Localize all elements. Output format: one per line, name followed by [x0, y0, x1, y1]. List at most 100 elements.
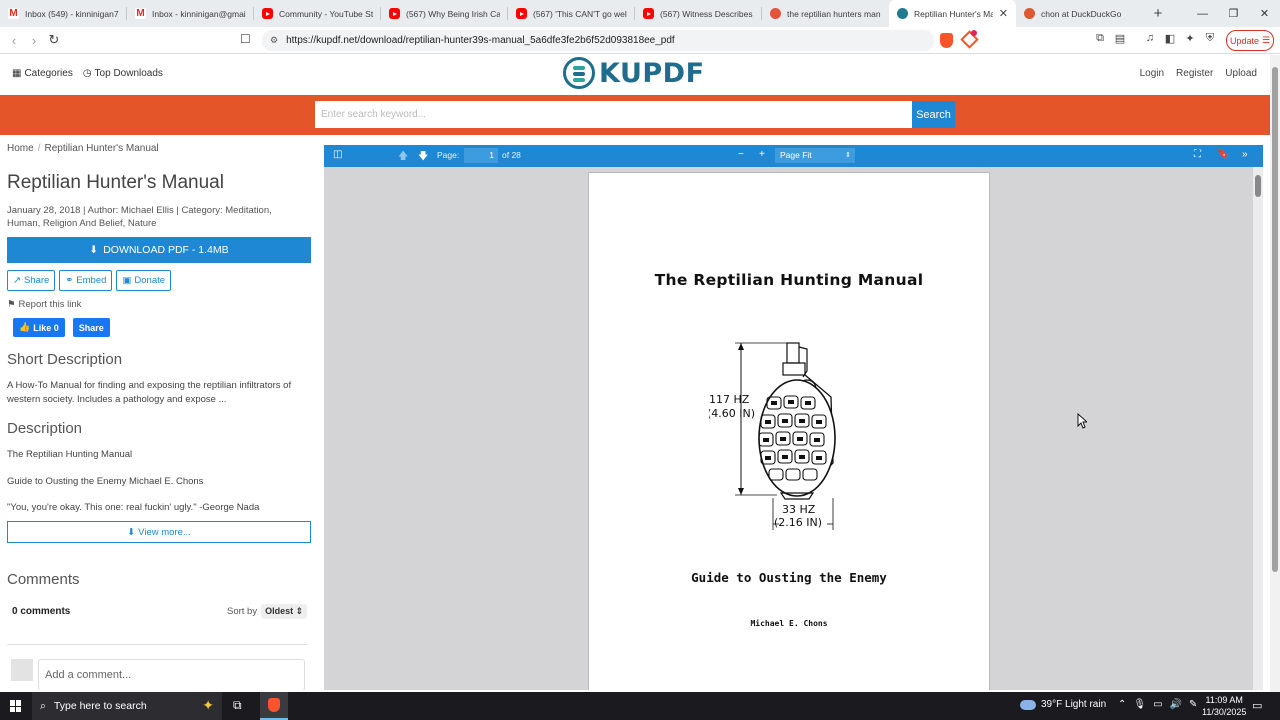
divider [7, 644, 307, 645]
pdf-page-author: Michael E. Chons [750, 619, 828, 628]
chevron-down-icon: ⬇ [127, 526, 136, 538]
top-downloads-link[interactable]: ◷ Top Downloads [83, 68, 163, 79]
description-line: Guide to Ousting the Enemy Michael E. Ch… [7, 476, 204, 487]
upload-link[interactable]: Upload [1225, 68, 1257, 79]
close-tab-icon[interactable]: ✕ [999, 7, 1008, 20]
microphone-icon[interactable]: 🎙 [1133, 699, 1146, 710]
bookmark-icon[interactable]: 🔖 [1217, 149, 1229, 160]
pdf-scrollbar-thumb[interactable] [1255, 175, 1261, 197]
minimize-icon[interactable]: — [1187, 0, 1218, 27]
forward-icon[interactable]: › [24, 33, 44, 48]
gmail-icon: M [135, 8, 146, 19]
close-window-icon[interactable]: ✕ [1249, 0, 1280, 27]
vpn-icon[interactable]: ⛨ [1204, 32, 1216, 45]
browser-tab[interactable]: (567) Witness Describes B [635, 0, 762, 27]
facebook-share-button[interactable]: Share [72, 318, 110, 337]
clock[interactable]: 11:09 AM 11/30/2025 [1202, 694, 1246, 718]
sort-select[interactable]: Oldest ⇕ [261, 604, 308, 619]
brave-shields-icon[interactable] [940, 33, 953, 48]
kupdf-icon [897, 8, 908, 19]
comment-input[interactable]: Add a comment... [38, 659, 305, 690]
new-tab-button[interactable]: + [1147, 5, 1169, 22]
network-icon[interactable]: ▭ [1153, 699, 1162, 710]
register-link[interactable]: Register [1176, 68, 1213, 79]
pdf-page-title: The Reptilian Hunting Manual [654, 271, 924, 289]
browser-tab[interactable]: (567) 'This CAN'T go well' [508, 0, 635, 27]
page-scrollbar-thumb[interactable] [1272, 67, 1278, 572]
embed-button[interactable]: ⚭ Embed [59, 270, 113, 291]
view-more-button[interactable]: ⬇ View more... [7, 521, 311, 543]
site-logo[interactable]: KUPDF [563, 57, 705, 89]
description-line: "You, you're okay. This one: real fuckin… [7, 502, 260, 513]
bookmark-icon[interactable]: ☐ [240, 32, 251, 46]
browser-tab[interactable]: M Inbox - kinninigan@gmail [127, 0, 254, 27]
url-field[interactable]: ⚙ https://kupdf.net/download/reptilian-h… [262, 30, 934, 51]
volume-icon[interactable]: 🔊 [1170, 699, 1182, 710]
categories-link[interactable]: ▦ Categories [12, 68, 73, 79]
donate-button[interactable]: ▣ Donate [116, 270, 172, 291]
height-inches-label: (4.60 IN) [709, 407, 755, 420]
page-title: Reptilian Hunter's Manual [7, 172, 224, 193]
browser-tab[interactable]: chon at DuckDuckGo [1016, 0, 1143, 27]
document-meta: January 28, 2018 | Author: Michael Ellis… [7, 205, 272, 229]
chevron-up-icon[interactable]: ⌃ [1118, 699, 1126, 710]
leo-ai-icon[interactable]: ✦ [1184, 32, 1196, 45]
pdf-scrollbar[interactable] [1253, 167, 1263, 690]
page-number-input[interactable]: 1 [464, 148, 498, 163]
login-link[interactable]: Login [1140, 68, 1164, 79]
media-icon[interactable]: ♫ [1144, 32, 1156, 45]
task-view-icon[interactable]: ⧉ [233, 698, 242, 713]
reader-mode-icon[interactable]: ▤ [1114, 32, 1126, 45]
back-icon[interactable]: ‹ [4, 33, 24, 48]
maximize-icon[interactable]: ❐ [1218, 0, 1249, 27]
browser-tab[interactable]: Community - YouTube Stu [254, 0, 381, 27]
comments-count: 0 comments [12, 606, 71, 617]
breadcrumb-home[interactable]: Home [7, 143, 34, 154]
report-link[interactable]: ⚑ Report this link [7, 299, 81, 310]
next-page-icon[interactable]: 🡇 [418, 149, 428, 166]
youtube-icon [262, 8, 273, 19]
share-button[interactable]: ↗ Share [7, 270, 56, 291]
search-button[interactable]: Search [912, 101, 955, 128]
fullscreen-icon[interactable]: ⛶ [1194, 149, 1201, 160]
page-scrollbar[interactable] [1270, 55, 1280, 692]
reload-icon[interactable]: ↻ [44, 32, 64, 48]
zoom-in-icon[interactable]: + [759, 149, 765, 160]
thumbs-up-icon: 👍 [19, 322, 31, 332]
update-button[interactable]: Update ☰ [1226, 30, 1274, 51]
share-icon: ↗ [13, 275, 21, 286]
browser-tab-active[interactable]: Reptilian Hunter's Ma ✕ [889, 0, 1016, 27]
facebook-like-button[interactable]: 👍 Like 0 [13, 318, 65, 337]
browser-tab[interactable]: M Inbox (549) - kinninigan7@ [0, 0, 127, 27]
zoom-select[interactable]: Page Fit ⇕ [775, 148, 855, 163]
site-search-input[interactable] [315, 101, 912, 128]
extensions-icon[interactable]: ⧉ [1094, 32, 1106, 45]
sidebar-icon[interactable]: ◧ [1164, 32, 1176, 45]
youtube-icon [516, 8, 527, 19]
pen-icon[interactable]: ✎ [1189, 699, 1197, 710]
link-icon: ⚭ [65, 275, 74, 286]
pdf-viewer: ◫ 🡅 🡇 Page: 1 of 28 − + Page Fit ⇕ ⛶ 🔖 »… [324, 145, 1263, 690]
sort-control: Sort by Oldest ⇕ [227, 604, 308, 619]
weather-widget[interactable]: 39°F Light rain [1020, 699, 1106, 710]
duckduckgo-icon [1024, 8, 1035, 19]
previous-page-icon[interactable]: 🡅 [398, 149, 408, 166]
more-tools-icon[interactable]: » [1242, 149, 1248, 160]
short-description-text: A How-To Manual for finding and exposing… [7, 380, 292, 405]
windows-taskbar: ⌕ Type here to search ✦ ⧉ 39°F Light rai… [0, 692, 1280, 720]
notifications-icon[interactable]: ▭ [1252, 699, 1262, 712]
sidebar-toggle-icon[interactable]: ◫ [333, 149, 342, 160]
menu-icon: ☰ [1261, 35, 1271, 45]
download-pdf-button[interactable]: ⬇ DOWNLOAD PDF - 1.4MB [7, 237, 311, 263]
browser-tab[interactable]: the reptilian hunters manu [762, 0, 889, 27]
breadcrumb-current[interactable]: Reptilian Hunter's Manual [44, 143, 158, 154]
windows-start-icon[interactable] [10, 700, 22, 712]
window-controls: — ❐ ✕ [1187, 0, 1280, 27]
taskbar-search[interactable]: ⌕ Type here to search ✦ [32, 692, 222, 720]
logo-icon [563, 57, 595, 89]
brave-taskbar-icon[interactable] [260, 692, 288, 720]
browser-tab[interactable]: (567) Why Being Irish Cat [381, 0, 508, 27]
address-bar-row: ‹ › ↻ ☐ ⚙ https://kupdf.net/download/rep… [0, 27, 1280, 54]
site-info-icon[interactable]: ⚙ [270, 35, 278, 46]
zoom-out-icon[interactable]: − [738, 149, 744, 160]
